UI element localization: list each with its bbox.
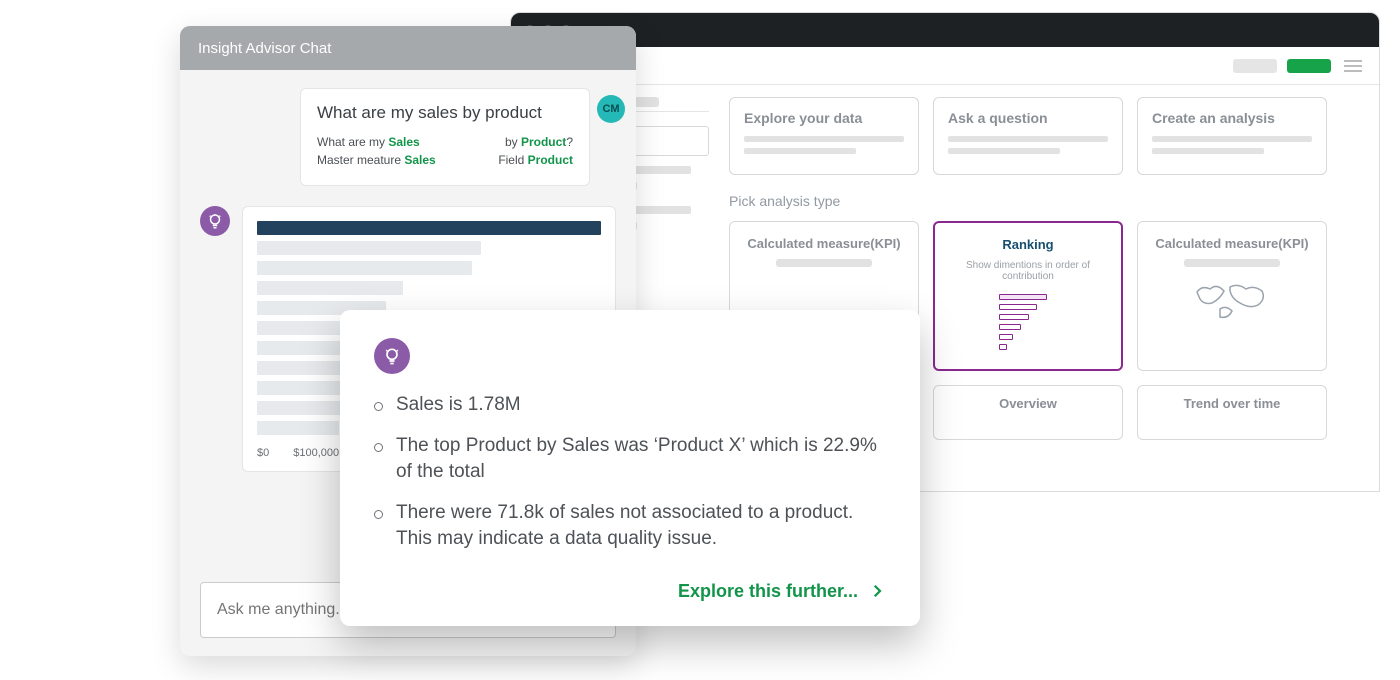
insight-bullet: Sales is 1.78M [374,392,886,419]
analysis-card-title: Calculated measure(KPI) [744,236,904,251]
placeholder-line [744,148,856,154]
analysis-card-map[interactable]: Calculated measure(KPI) [1137,221,1327,371]
chart-bar [257,241,481,255]
explore-further-link[interactable]: Explore this further... [678,581,858,602]
placeholder-line [744,136,904,142]
pick-analysis-label: Pick analysis type [729,193,1361,209]
chart-bar [257,221,601,235]
analysis-card-title: Overview [944,396,1112,411]
lightbulb-icon [206,212,224,230]
assistant-avatar [200,206,230,236]
chart-bar [257,281,403,295]
query-parse-row[interactable]: Master meature SalesField Product [317,153,573,167]
toolbar-action-button[interactable] [1287,59,1331,73]
user-avatar: CM [597,95,625,123]
ask-question-card[interactable]: Ask a question [933,97,1123,175]
card-title: Ask a question [948,110,1108,126]
analysis-card-ranking[interactable]: Ranking Show dimentions in order of cont… [933,221,1123,371]
browser-toolbar [511,47,1379,85]
top-action-cards: Explore your data Ask a question Create … [729,97,1361,175]
chart-bar [257,381,352,395]
analysis-card-overview[interactable]: Overview [933,385,1123,440]
toolbar-placeholder [1233,59,1277,73]
axis-tick: $100,000 [293,447,339,459]
chat-header: Insight Advisor Chat [180,26,636,70]
analysis-card-title: Calculated measure(KPI) [1152,236,1312,251]
world-map-icon [1192,277,1272,327]
chevron-right-icon [868,582,886,600]
hamburger-icon[interactable] [1341,57,1365,75]
assistant-avatar [374,338,410,374]
axis-tick: $0 [257,447,269,459]
lightbulb-icon [382,346,402,366]
placeholder-line [948,136,1108,142]
chart-bar [257,261,472,275]
explore-data-card[interactable]: Explore your data [729,97,919,175]
placeholder-line [776,259,872,267]
analysis-card-trend[interactable]: Trend over time [1137,385,1327,440]
placeholder-line [1152,136,1312,142]
placeholder-line [1184,259,1280,267]
placeholder-line [948,148,1060,154]
chat-title: Insight Advisor Chat [198,40,331,57]
card-title: Create an analysis [1152,110,1312,126]
insight-bullet-list: Sales is 1.78M The top Product by Sales w… [374,392,886,553]
insight-popover: Sales is 1.78M The top Product by Sales w… [340,310,920,626]
ranking-icon [999,294,1057,350]
card-title: Explore your data [744,110,904,126]
chart-bar [257,421,339,435]
query-parse-row[interactable]: What are my Salesby Product? [317,135,573,149]
query-text: What are my sales by product [317,103,573,123]
browser-titlebar [511,13,1379,47]
chart-bar [257,401,343,415]
analysis-card-title: Trend over time [1148,396,1316,411]
create-analysis-card[interactable]: Create an analysis [1137,97,1327,175]
placeholder-line [1152,148,1264,154]
analysis-card-subtitle: Show dimentions in order of contribution [949,260,1107,282]
user-query-card: CM What are my sales by product What are… [300,88,590,186]
insight-bullet: The top Product by Sales was ‘Product X’… [374,433,886,486]
analysis-card-title: Ranking [949,237,1107,252]
insight-bullet: There were 71.8k of sales not associated… [374,500,886,553]
